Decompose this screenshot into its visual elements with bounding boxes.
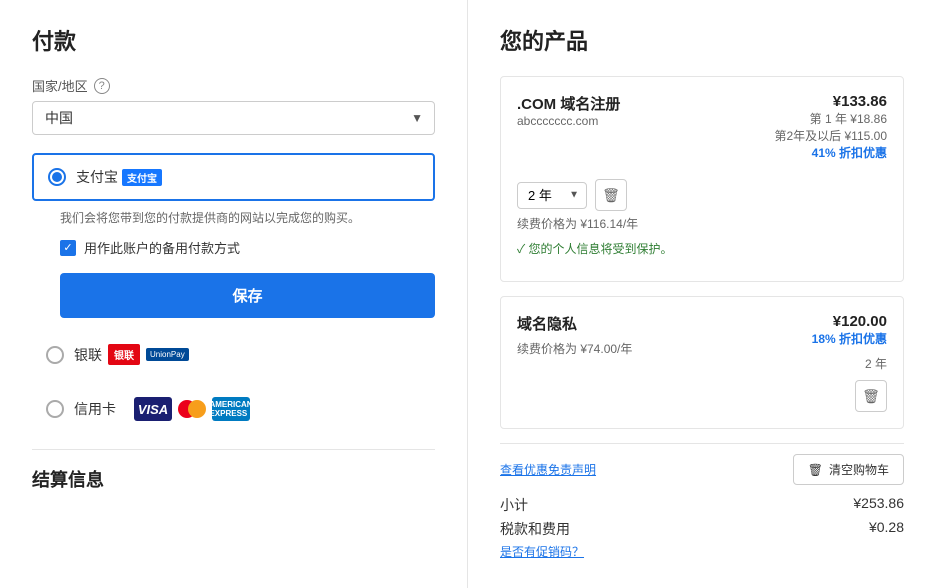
product-main-row: .COM 域名注册 abccccccc.com ¥133.86 第 1 年 ¥1… <box>517 93 887 169</box>
backup-checkbox[interactable]: ✓ <box>60 240 76 256</box>
left-title: 付款 <box>32 24 435 56</box>
promo-row: 是否有促销码？ <box>500 543 904 560</box>
unionpay-option[interactable]: 银联 银联 UnionPay <box>32 332 435 377</box>
domain-name-sub: abccccccc.com <box>517 114 775 128</box>
domain-remove-button[interactable]: 🗑 <box>595 179 627 211</box>
protection-note: ✓ 您的个人信息将受到保护。 <box>517 240 887 257</box>
domain-product-item: .COM 域名注册 abccccccc.com ¥133.86 第 1 年 ¥1… <box>500 76 904 282</box>
divider <box>32 449 435 450</box>
creditcard-text: 信用卡 <box>74 399 116 419</box>
country-select-wrapper: 中国 美国 香港 ▼ <box>32 101 435 135</box>
privacy-price: ¥120.00 <box>812 313 887 330</box>
mc-right-circle <box>188 400 206 418</box>
year-select-wrapper: 2 年 1 年 3 年 ▼ <box>517 182 587 209</box>
year-select-row: 2 年 1 年 3 年 ▼ 🗑 <box>517 179 887 211</box>
alipay-radio-inner <box>52 172 62 182</box>
tax-row: 税款和费用 ¥0.28 <box>500 519 904 539</box>
alipay-sub-info: 我们会将您带到您的付款提供商的网站以完成您的购买。 <box>60 209 435 226</box>
unionpay-badge-red: 银联 <box>108 344 140 365</box>
subsequent-price: 第2年及以后 ¥115.00 <box>775 127 888 144</box>
mastercard-logo <box>178 400 206 418</box>
tax-label: 税款和费用 <box>500 519 570 539</box>
privacy-name: 域名隐私 <box>517 313 812 334</box>
alipay-radio <box>48 168 66 186</box>
country-select[interactable]: 中国 美国 香港 <box>32 101 435 135</box>
unionpay-text: 银联 <box>74 345 102 365</box>
billing-title: 结算信息 <box>32 466 435 492</box>
backup-label: 用作此账户的备用付款方式 <box>84 238 240 257</box>
product-left: .COM 域名注册 abccccccc.com <box>517 93 775 130</box>
summary-section: 小计 ¥253.86 税款和费用 ¥0.28 是否有促销码？ <box>500 495 904 560</box>
subtotal-row: 小计 ¥253.86 <box>500 495 904 515</box>
right-title: 您的产品 <box>500 24 904 56</box>
clear-cart-label: 清空购物车 <box>829 461 889 478</box>
alipay-text: 支付宝 <box>76 167 118 187</box>
first-year-price: 第 1 年 ¥18.86 <box>775 110 888 127</box>
promo-link[interactable]: 查看优惠免责声明 <box>500 461 596 478</box>
privacy-right: ¥120.00 18% 折扣优惠 2 年 <box>812 313 887 372</box>
backup-payment-row[interactable]: ✓ 用作此账户的备用付款方式 <box>60 238 435 257</box>
cart-actions-row: 查看优惠免责声明 🗑 清空购物车 <box>500 443 904 485</box>
privacy-renewal-price: 续费价格为 ¥74.00/年 <box>517 340 812 357</box>
year-select[interactable]: 2 年 1 年 3 年 <box>517 182 587 209</box>
creditcard-option[interactable]: 信用卡 VISA AMERICAN EXPRESS <box>32 385 435 433</box>
alipay-option[interactable]: 支付宝 支付宝 <box>32 153 435 201</box>
alipay-badge: 支付宝 <box>122 169 162 186</box>
unionpay-radio <box>46 346 64 364</box>
country-label: 国家/地区 ? <box>32 76 435 95</box>
unionpay-badge-blue: UnionPay <box>146 348 189 361</box>
clear-cart-button[interactable]: 🗑 清空购物车 <box>793 454 904 485</box>
privacy-years: 2 年 <box>812 355 887 372</box>
subtotal-label: 小计 <box>500 495 528 515</box>
help-icon[interactable]: ? <box>94 78 110 94</box>
promo-code-link[interactable]: 是否有促销码？ <box>500 543 584 560</box>
domain-product-name: .COM 域名注册 <box>517 93 775 114</box>
visa-logo: VISA <box>134 397 172 421</box>
privacy-discount: 18% 折扣优惠 <box>812 330 887 347</box>
save-button[interactable]: 保存 <box>60 273 435 318</box>
tax-value: ¥0.28 <box>869 519 904 539</box>
domain-price: ¥133.86 <box>775 93 888 110</box>
check-icon: ✓ <box>63 241 72 254</box>
privacy-main-row: 域名隐私 续费价格为 ¥74.00/年 ¥120.00 18% 折扣优惠 2 年 <box>517 313 887 372</box>
creditcard-radio <box>46 400 64 418</box>
privacy-remove-button[interactable]: 🗑 <box>855 380 887 412</box>
privacy-product-item: 域名隐私 续费价格为 ¥74.00/年 ¥120.00 18% 折扣优惠 2 年… <box>500 296 904 429</box>
trash-icon: 🗑 <box>808 463 823 477</box>
amex-logo: AMERICAN EXPRESS <box>212 397 250 421</box>
subtotal-value: ¥253.86 <box>853 495 904 515</box>
domain-renewal-price: 续费价格为 ¥116.14/年 <box>517 215 887 232</box>
product-right: ¥133.86 第 1 年 ¥18.86 第2年及以后 ¥115.00 41% … <box>775 93 888 169</box>
card-logos: VISA AMERICAN EXPRESS <box>134 397 250 421</box>
alipay-logo: 支付宝 支付宝 <box>76 167 162 187</box>
unionpay-logo: 银联 银联 UnionPay <box>74 344 189 365</box>
privacy-left: 域名隐私 续费价格为 ¥74.00/年 <box>517 313 812 365</box>
domain-discount: 41% 折扣优惠 <box>775 144 888 161</box>
